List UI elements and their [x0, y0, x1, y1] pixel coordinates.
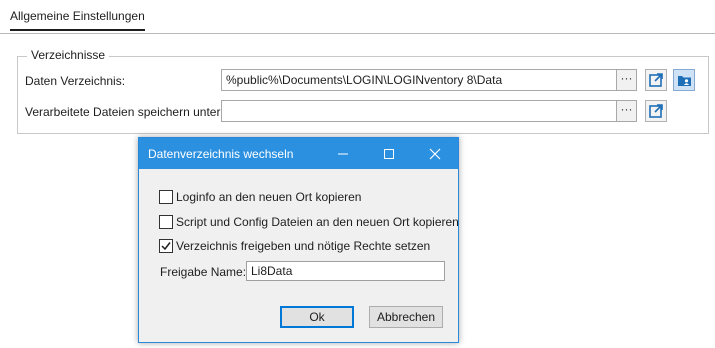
- maximize-button[interactable]: [366, 138, 412, 169]
- checkbox-box[interactable]: [159, 239, 173, 253]
- checkbox-loginfo-label: Loginfo an den neuen Ort kopieren: [176, 190, 362, 204]
- ok-button[interactable]: Ok: [280, 306, 354, 328]
- abbrechen-button[interactable]: Abbrechen: [369, 306, 443, 328]
- datenverzeichnis-dialog: Datenverzeichnis wechseln Loginfo an den…: [138, 137, 459, 343]
- checkbox-box[interactable]: [159, 215, 173, 229]
- checkmark-icon: [161, 242, 171, 251]
- verzeichnisse-group: [17, 56, 709, 134]
- daten-verzeichnis-label: Daten Verzeichnis:: [25, 74, 126, 88]
- daten-verzeichnis-input[interactable]: %public%\Documents\LOGIN\LOGINventory 8\…: [221, 69, 617, 91]
- verarbeitete-dateien-input[interactable]: [221, 100, 617, 122]
- open-external-icon: [649, 73, 663, 87]
- dialog-title-bar[interactable]: Datenverzeichnis wechseln: [139, 138, 458, 169]
- folder-user-icon: [678, 76, 691, 86]
- checkbox-box[interactable]: [159, 190, 173, 204]
- checkbox-script-config-label: Script und Config Dateien an den neuen O…: [176, 215, 459, 229]
- browse-button-processed[interactable]: ···: [617, 100, 637, 122]
- minimize-icon: [338, 153, 348, 155]
- minimize-button[interactable]: [320, 138, 366, 169]
- freigabe-name-input[interactable]: Li8Data: [246, 261, 445, 281]
- open-external-icon: [649, 104, 663, 118]
- close-icon: [429, 148, 441, 160]
- change-data-folder-button[interactable]: [673, 69, 695, 91]
- tab-bar: Allgemeine Einstellungen: [0, 0, 715, 34]
- dialog-title: Datenverzeichnis wechseln: [148, 147, 294, 161]
- open-processed-folder-button[interactable]: [645, 100, 667, 122]
- close-button[interactable]: [412, 138, 458, 169]
- open-data-folder-button[interactable]: [645, 69, 667, 91]
- verarbeitete-dateien-label: Verarbeitete Dateien speichern unter:: [25, 105, 224, 119]
- maximize-icon: [384, 149, 394, 159]
- freigabe-name-label: Freigabe Name:: [160, 265, 247, 279]
- browse-button-data[interactable]: ···: [617, 69, 637, 91]
- tab-allgemeine-einstellungen[interactable]: Allgemeine Einstellungen: [10, 9, 145, 31]
- group-title: Verzeichnisse: [27, 48, 110, 62]
- checkbox-freigeben-label: Verzeichnis freigeben und nötige Rechte …: [176, 239, 431, 253]
